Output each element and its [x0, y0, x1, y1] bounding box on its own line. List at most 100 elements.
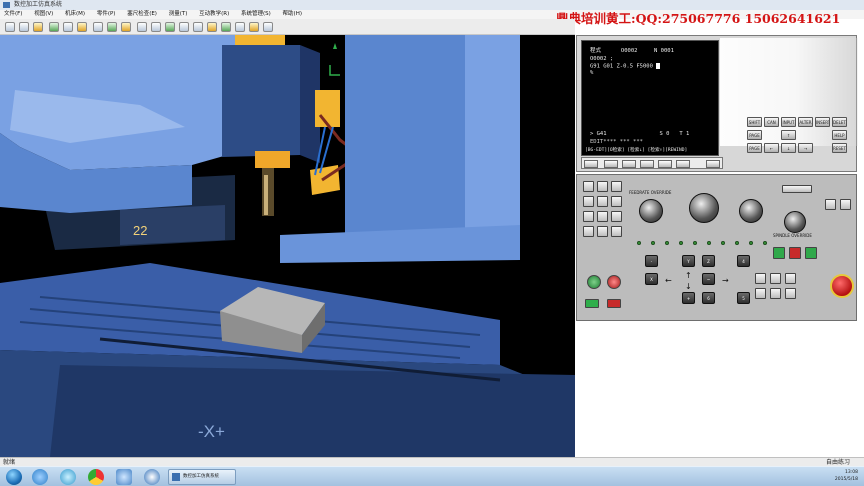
softkey-next[interactable] — [706, 160, 720, 168]
cloud-icon[interactable] — [60, 469, 76, 485]
status-led — [749, 241, 753, 245]
optional-stop-button[interactable] — [611, 211, 622, 222]
softkey-prev[interactable] — [584, 160, 598, 168]
jog-4-button[interactable]: 4 — [737, 255, 750, 267]
machine-lock-button[interactable] — [597, 226, 608, 237]
menu-file[interactable]: 文件(F) — [4, 10, 22, 19]
jog-y-button[interactable]: Y — [682, 255, 695, 267]
dry-run-button[interactable] — [583, 226, 594, 237]
taskbar-simulator-button[interactable]: 数控加工仿真系统 — [168, 469, 236, 485]
mode-select-knob[interactable] — [689, 193, 719, 223]
jog-feed-10-button[interactable] — [770, 273, 781, 284]
chrome-icon[interactable] — [88, 469, 104, 485]
toolbar-zoom-in-icon[interactable] — [137, 22, 147, 32]
key-can[interactable]: CAN — [764, 117, 779, 127]
toolbar-reset-icon[interactable] — [121, 22, 131, 32]
menu-measure[interactable]: 测量(T) — [169, 10, 188, 19]
spindle-start-button[interactable] — [773, 247, 785, 259]
emergency-stop-button[interactable] — [830, 274, 854, 298]
spindle-ccw-button[interactable] — [840, 199, 851, 210]
toolbar-iso-view-icon[interactable] — [263, 22, 273, 32]
key-reset[interactable]: RESET — [832, 143, 847, 153]
spindle-stop-button[interactable] — [789, 247, 801, 259]
key-cursor-down[interactable]: ↓ — [781, 143, 796, 153]
spindle-jog-button[interactable] — [805, 247, 817, 259]
mode-ref-button[interactable] — [597, 196, 608, 207]
softkey-1[interactable] — [604, 160, 618, 168]
start-icon[interactable] — [6, 469, 22, 485]
spindle-cw-button[interactable] — [825, 199, 836, 210]
rapid-traverse-button[interactable]: ~ — [702, 273, 715, 285]
mode-jog-button[interactable] — [611, 196, 622, 207]
handwheel-switch[interactable] — [782, 185, 812, 193]
key-delete[interactable]: DELETE — [832, 117, 847, 127]
toolbar-tool-icon[interactable] — [93, 22, 103, 32]
program-restart-button[interactable] — [611, 226, 622, 237]
single-block-button[interactable] — [583, 211, 594, 222]
rapid-override-knob[interactable] — [739, 199, 763, 223]
menu-help[interactable]: 帮助(H) — [283, 10, 302, 19]
toolbar-zoom-out-icon[interactable] — [151, 22, 161, 32]
key-help[interactable]: HELP — [832, 130, 847, 140]
jog-6-button[interactable]: 6 — [702, 292, 715, 304]
toolbar-top-view-icon[interactable] — [221, 22, 231, 32]
jog-feed-100-button[interactable] — [785, 273, 796, 284]
key-cursor-left[interactable]: ← — [764, 143, 779, 153]
key-cursor-up[interactable]: ↑ — [781, 130, 796, 140]
softkey-4[interactable] — [658, 160, 672, 168]
menu-teaching[interactable]: 互动教学(R) — [199, 10, 229, 19]
mode-auto-button[interactable] — [597, 181, 608, 192]
jog-plus-button[interactable]: + — [682, 292, 695, 304]
menu-view[interactable]: 视图(V) — [34, 10, 53, 19]
key-shift[interactable]: SHIFT — [747, 117, 762, 127]
key-page-up[interactable]: PAGE ↑ — [747, 130, 762, 140]
explorer-icon[interactable] — [32, 469, 48, 485]
toolbar-front-view-icon[interactable] — [207, 22, 217, 32]
feed-hold-button[interactable] — [607, 275, 621, 289]
jog-feed-1-button[interactable] — [755, 273, 766, 284]
block-skip-button[interactable] — [597, 211, 608, 222]
toolbar-fixture-icon[interactable] — [77, 22, 87, 32]
menu-part[interactable]: 零件(P) — [97, 10, 116, 19]
toolbar-zoom-fit-icon[interactable] — [165, 22, 175, 32]
program-protect-off[interactable] — [607, 299, 621, 308]
jog-z-button[interactable]: Z — [702, 255, 715, 267]
menu-system[interactable]: 系统管理(S) — [241, 10, 271, 19]
toolbar-open-icon[interactable] — [19, 22, 29, 32]
mode-dnc-button[interactable] — [583, 196, 594, 207]
k-app-icon[interactable] — [144, 469, 160, 485]
mode-edit-button[interactable] — [583, 181, 594, 192]
toolbar-left-view-icon[interactable] — [235, 22, 245, 32]
menu-machine[interactable]: 机床(M) — [65, 10, 85, 19]
softkey-5[interactable] — [676, 160, 690, 168]
jog-minus-button[interactable]: - — [645, 255, 658, 267]
3d-machine-viewport[interactable]: 22 -X+ — [0, 35, 575, 457]
key-cursor-right[interactable]: → — [798, 143, 813, 153]
toolbar-machine-icon[interactable] — [49, 22, 59, 32]
feed-override-knob[interactable] — [639, 199, 663, 223]
cycle-start-button[interactable] — [587, 275, 601, 289]
toolbar-program-icon[interactable] — [107, 22, 117, 32]
key-insert[interactable]: INSERT — [815, 117, 830, 127]
softkey-3[interactable] — [640, 160, 654, 168]
toolbar-new-icon[interactable] — [5, 22, 15, 32]
toolbar-right-view-icon[interactable] — [249, 22, 259, 32]
toolbar-rotate-icon[interactable] — [179, 22, 189, 32]
toolbar-save-icon[interactable] — [33, 22, 43, 32]
menu-feeler-check[interactable]: 塞尺检查(E) — [127, 10, 157, 19]
aux-button-1[interactable] — [755, 288, 766, 299]
toolbar-stock-icon[interactable] — [63, 22, 73, 32]
mode-mdi-button[interactable] — [611, 181, 622, 192]
jog-x-button[interactable]: X — [645, 273, 658, 285]
key-alter[interactable]: ALTER — [798, 117, 813, 127]
toolbar-pan-icon[interactable] — [193, 22, 203, 32]
bird-app-icon[interactable] — [116, 469, 132, 485]
aux-button-3[interactable] — [785, 288, 796, 299]
key-input[interactable]: INPUT — [781, 117, 796, 127]
aux-button-2[interactable] — [770, 288, 781, 299]
spindle-override-knob[interactable] — [784, 211, 806, 233]
jog-5-button[interactable]: 5 — [737, 292, 750, 304]
softkey-2[interactable] — [622, 160, 636, 168]
key-page-down[interactable]: PAGE ↓ — [747, 143, 762, 153]
program-protect-on[interactable] — [585, 299, 599, 308]
